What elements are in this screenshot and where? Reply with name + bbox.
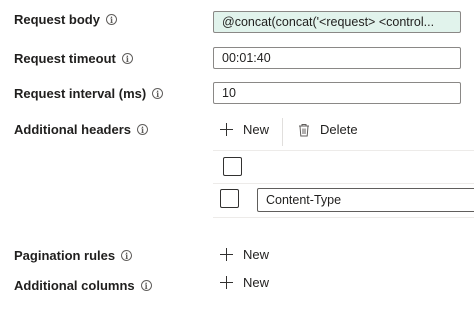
columns-new-button[interactable]: New [220, 275, 269, 290]
info-icon[interactable]: i [105, 14, 117, 25]
request-body-field[interactable]: @concat(concat('<request> <control... [213, 11, 461, 33]
table-top-border [213, 150, 474, 151]
additional-headers-label-text: Additional headers [14, 122, 132, 137]
request-timeout-label-text: Request timeout [14, 51, 116, 66]
request-body-value: @concat(concat('<request> <control... [222, 15, 435, 29]
toolbar-divider [282, 118, 283, 146]
additional-headers-label: Additional headers i [14, 122, 149, 137]
plus-icon [220, 248, 233, 261]
additional-columns-label-text: Additional columns [14, 278, 135, 293]
request-body-label-text: Request body [14, 12, 100, 27]
pagination-rules-label-text: Pagination rules [14, 248, 116, 263]
columns-new-label: New [243, 275, 270, 290]
table-row-border [213, 217, 474, 218]
trash-icon [299, 123, 309, 136]
headers-new-button[interactable]: New [220, 122, 269, 137]
header-name-value: Content-Type [266, 193, 342, 207]
plus-icon [220, 123, 233, 136]
headers-new-label: New [243, 122, 270, 137]
table-header-border [213, 183, 474, 184]
info-icon[interactable]: i [137, 124, 149, 135]
request-timeout-field[interactable]: 00:01:40 [213, 47, 461, 69]
pagination-new-label: New [243, 247, 270, 262]
request-interval-label-text: Request interval (ms) [14, 86, 147, 101]
request-timeout-label: Request timeout i [14, 51, 133, 66]
request-timeout-value: 00:01:40 [222, 51, 271, 65]
headers-delete-label: Delete [320, 122, 358, 137]
plus-icon [220, 276, 233, 289]
request-interval-value: 10 [222, 86, 236, 100]
request-interval-label: Request interval (ms) i [14, 86, 164, 101]
select-all-checkbox[interactable] [223, 157, 242, 176]
row-checkbox[interactable] [220, 189, 239, 208]
pagination-rules-label: Pagination rules i [14, 248, 133, 263]
request-interval-field[interactable]: 10 [213, 82, 461, 104]
header-name-input[interactable]: Content-Type [257, 188, 474, 212]
info-icon[interactable]: i [152, 88, 164, 99]
headers-delete-button[interactable]: Delete [298, 122, 358, 137]
request-body-label: Request body i [14, 12, 117, 27]
info-icon[interactable]: i [140, 280, 152, 291]
info-icon[interactable]: i [121, 53, 133, 64]
info-icon[interactable]: i [121, 250, 133, 261]
pagination-new-button[interactable]: New [220, 247, 269, 262]
additional-columns-label: Additional columns i [14, 278, 152, 293]
